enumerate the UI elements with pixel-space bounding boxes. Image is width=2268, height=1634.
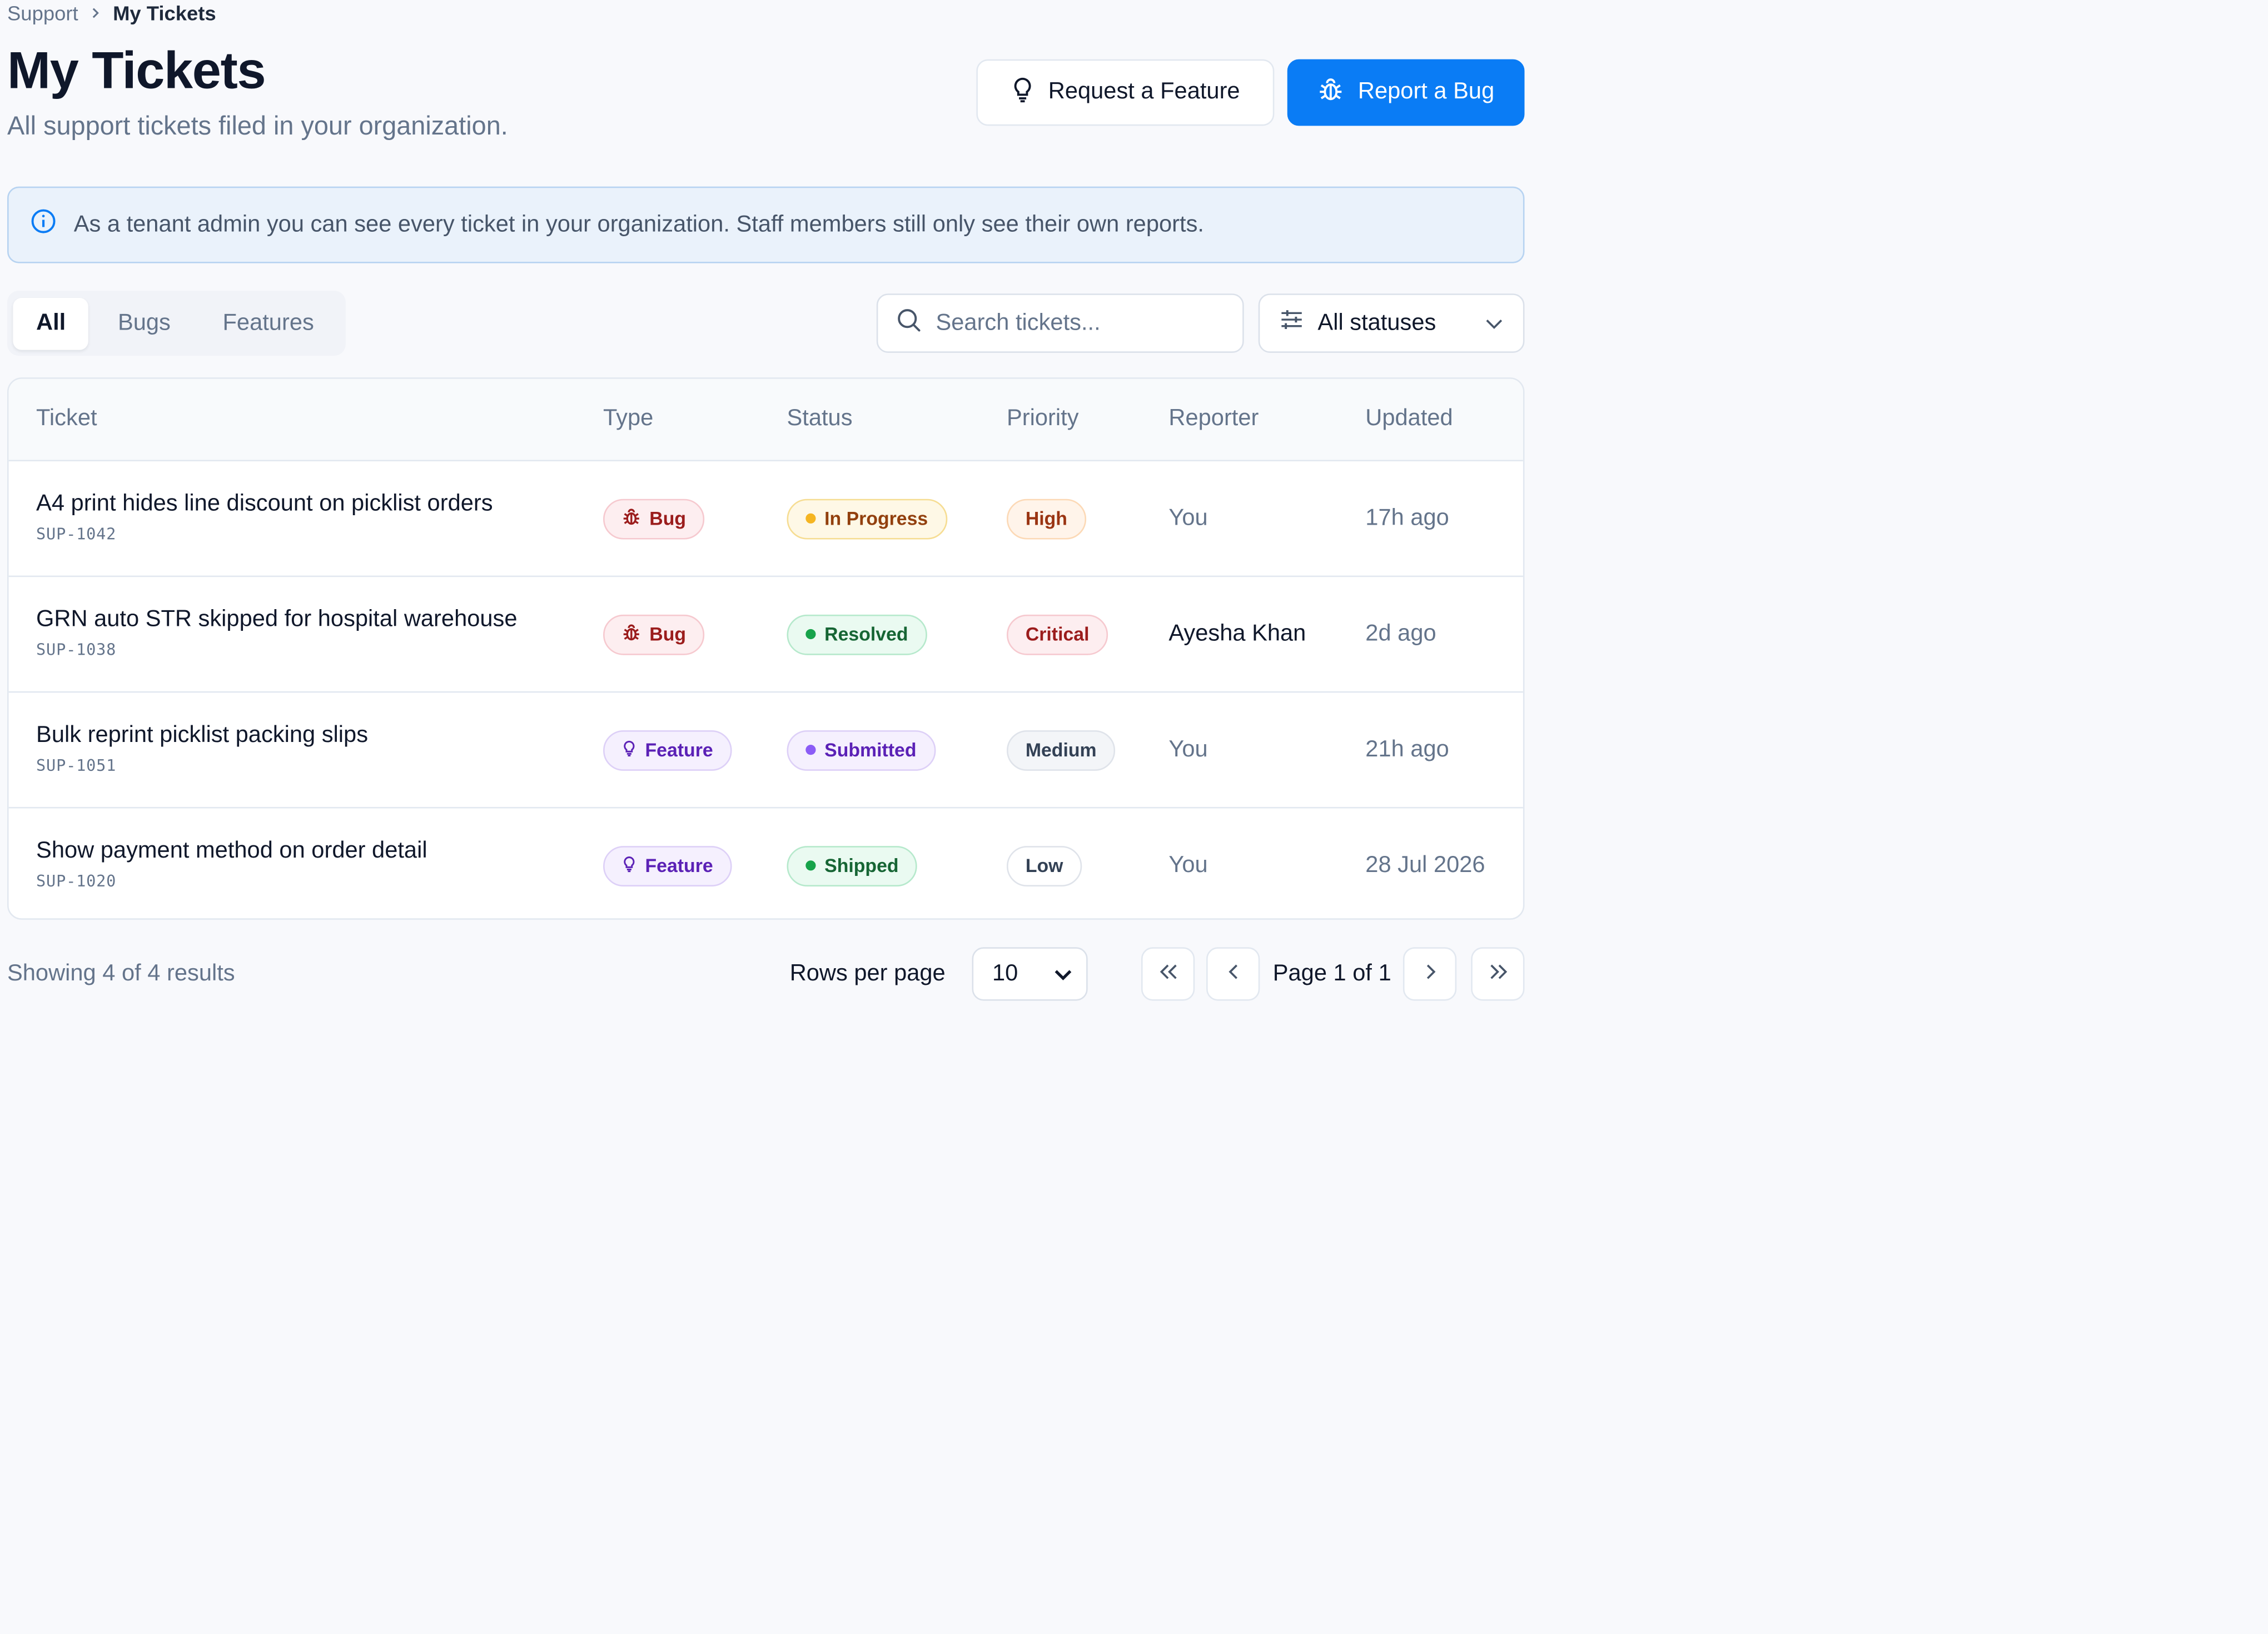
banner-text: As a tenant admin you can see every tick… [73,212,1204,237]
ticket-id: SUP-1051 [36,756,117,775]
priority-badge: Critical [1006,614,1108,655]
priority-badge: Medium [1006,729,1116,770]
table-header: Ticket Type Status Priority Reporter Upd… [8,378,1523,462]
reporter: You [1168,852,1208,878]
tab-all[interactable]: All [13,297,89,350]
last-page-button[interactable] [1471,947,1525,1001]
updated-time: 21h ago [1365,736,1449,761]
chevron-left-icon [1227,961,1239,987]
updated-time: 2d ago [1365,621,1436,646]
updated-time: 28 Jul 2026 [1365,852,1485,878]
report-bug-button[interactable]: Report a Bug [1287,59,1525,126]
status-filter-select[interactable]: All statuses [1258,293,1525,353]
priority-badge: High [1006,498,1086,539]
column-header-reporter[interactable]: Reporter [1168,379,1259,460]
rows-per-page-label: Rows per page [789,962,946,987]
priority-badge: Low [1006,845,1082,886]
type-badge-bug: Bug [603,498,705,539]
status-dot-icon [805,860,816,871]
column-header-priority[interactable]: Priority [1007,379,1079,460]
lightbulb-icon [622,854,636,877]
results-count: Showing 4 of 4 results [7,962,235,987]
column-header-ticket[interactable]: Ticket [36,379,97,460]
status-badge: Shipped [787,845,918,886]
rows-per-page-select[interactable]: 10 [972,947,1088,1001]
column-header-status[interactable]: Status [787,379,852,460]
page-indicator: Page 1 of 1 [1272,962,1391,987]
updated-time: 17h ago [1365,505,1449,530]
type-label: Bug [649,507,687,530]
ticket-title[interactable]: Bulk reprint picklist packing slips [36,723,368,749]
reporter: Ayesha Khan [1168,621,1306,646]
chevron-right-icon [89,7,101,19]
rows-per-page-value: 10 [992,961,1018,986]
type-label: Feature [645,739,713,761]
lightbulb-icon [622,738,636,761]
type-badge-bug: Bug [603,614,705,655]
chevron-right-icon [1424,961,1436,987]
ticket-id: SUP-1042 [36,525,117,544]
status-dot-icon [805,629,816,640]
search-input[interactable] [936,310,1225,336]
ticket-type-tabs: All Bugs Features [7,291,346,356]
tickets-table: Ticket Type Status Priority Reporter Upd… [7,377,1525,920]
chevron-down-icon [1055,961,1072,987]
ticket-title[interactable]: GRN auto STR skipped for hospital wareho… [36,607,517,634]
breadcrumb: Support My Tickets [7,0,216,26]
status-dot-icon [805,745,816,755]
column-header-updated[interactable]: Updated [1365,379,1453,460]
ticket-title[interactable]: Show payment method on order detail [36,839,427,865]
status-badge: Submitted [787,729,936,770]
reporter: You [1168,736,1208,761]
lightbulb-icon [1011,76,1034,109]
status-label: Resolved [824,623,908,645]
bug-icon [622,622,641,646]
ticket-id: SUP-1020 [36,872,117,891]
reporter: You [1168,505,1208,530]
admin-info-banner: As a tenant admin you can see every tick… [7,186,1525,263]
ticket-id: SUP-1038 [36,640,117,660]
table-row[interactable]: A4 print hides line discount on picklist… [8,461,1523,577]
first-page-button[interactable] [1141,947,1195,1001]
page-subtitle: All support tickets filed in your organi… [7,111,508,141]
search-box [876,293,1244,353]
status-label: Shipped [824,854,899,876]
page-title: My Tickets [7,40,266,100]
breadcrumb-current: My Tickets [113,1,216,25]
next-page-button[interactable] [1402,947,1457,1001]
bug-icon [622,507,641,530]
chevron-down-icon [1485,310,1503,336]
chevrons-left-icon [1158,961,1178,987]
table-row[interactable]: GRN auto STR skipped for hospital wareho… [8,577,1523,693]
table-row[interactable]: Bulk reprint picklist packing slips SUP-… [8,693,1523,809]
status-dot-icon [805,513,816,524]
ticket-title[interactable]: A4 print hides line discount on picklist… [36,492,493,518]
previous-page-button[interactable] [1206,947,1260,1001]
type-label: Feature [645,854,713,876]
column-header-type[interactable]: Type [603,379,653,460]
table-row[interactable]: Show payment method on order detail SUP-… [9,809,1523,919]
status-label: In Progress [824,507,928,530]
tickets-page: Support My Tickets My Tickets All suppor… [0,0,2268,1634]
status-badge: In Progress [787,498,947,539]
search-icon [897,307,921,339]
request-feature-button[interactable]: Request a Feature [976,59,1275,126]
tab-features[interactable]: Features [200,297,337,350]
breadcrumb-support-link[interactable]: Support [7,2,78,25]
tab-bugs[interactable]: Bugs [94,297,193,350]
type-badge-feature: Feature [603,729,732,770]
chevrons-right-icon [1488,961,1508,987]
report-bug-label: Report a Bug [1357,79,1495,104]
type-badge-feature: Feature [603,845,732,886]
bug-icon [1317,76,1344,109]
status-label: Submitted [824,739,917,761]
status-badge: Resolved [787,614,927,655]
info-icon [31,208,57,242]
request-feature-label: Request a Feature [1048,79,1240,104]
filter-sliders-icon [1280,310,1304,337]
status-filter-value: All statuses [1317,310,1436,335]
type-label: Bug [649,623,687,645]
